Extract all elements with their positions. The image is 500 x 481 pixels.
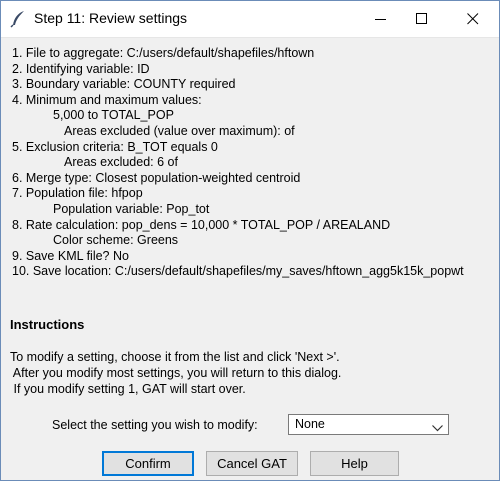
cancel-gat-button[interactable]: Cancel GAT bbox=[206, 451, 298, 476]
setting-kml: 9. Save KML file? No bbox=[12, 248, 129, 263]
modify-setting-label: Select the setting you wish to modify: bbox=[52, 418, 258, 432]
window-title: Step 11: Review settings bbox=[34, 10, 188, 26]
setting-exclusion-excluded: Areas excluded: 6 of bbox=[64, 155, 178, 170]
title-bar[interactable]: Step 11: Review settings bbox=[1, 1, 499, 38]
minimize-button[interactable] bbox=[358, 1, 404, 37]
setting-population-variable: Population variable: Pop_tot bbox=[53, 201, 210, 216]
instruction-line: To modify a setting, choose it from the … bbox=[10, 350, 340, 364]
instructions-heading: Instructions bbox=[10, 317, 85, 332]
help-button[interactable]: Help bbox=[310, 451, 399, 476]
setting-rate: 8. Rate calculation: pop_dens = 10,000 *… bbox=[12, 217, 391, 232]
instructions-text: To modify a setting, choose it from the … bbox=[10, 349, 341, 397]
settings-summary: 1. File to aggregate: C:/users/default/s… bbox=[12, 46, 497, 280]
setting-identifier: 2. Identifying variable: ID bbox=[12, 61, 150, 76]
setting-minmax: 4. Minimum and maximum values: bbox=[12, 92, 202, 107]
confirm-button[interactable]: Confirm bbox=[102, 451, 194, 476]
dialog-window: Step 11: Review settings 1. File to aggr… bbox=[0, 0, 500, 481]
setting-merge-type: 6. Merge type: Closest population-weight… bbox=[12, 170, 301, 185]
setting-exclusion: 5. Exclusion criteria: B_TOT equals 0 bbox=[12, 139, 218, 154]
setting-minmax-excluded: Areas excluded (value over maximum): of bbox=[64, 123, 295, 138]
setting-boundary: 3. Boundary variable: COUNTY required bbox=[12, 77, 236, 92]
chevron-down-icon bbox=[432, 421, 443, 435]
setting-population-file: 7. Population file: hfpop bbox=[12, 186, 143, 201]
maximize-icon bbox=[416, 13, 427, 24]
modify-setting-select[interactable]: None bbox=[288, 414, 449, 435]
close-icon bbox=[467, 13, 479, 25]
close-button[interactable] bbox=[450, 1, 496, 37]
instruction-line: If you modify setting 1, GAT will start … bbox=[10, 382, 246, 396]
modify-setting-value: None bbox=[295, 417, 325, 431]
setting-file: 1. File to aggregate: C:/users/default/s… bbox=[12, 46, 315, 60]
setting-save-location: 10. Save location: C:/users/default/shap… bbox=[12, 264, 464, 279]
setting-minmax-values: 5,000 to TOTAL_POP bbox=[53, 108, 174, 123]
maximize-button[interactable] bbox=[399, 1, 445, 37]
instruction-line: After you modify most settings, you will… bbox=[10, 366, 342, 380]
feather-icon bbox=[10, 10, 26, 28]
setting-color-scheme: Color scheme: Greens bbox=[53, 233, 179, 248]
minimize-icon bbox=[375, 19, 386, 20]
